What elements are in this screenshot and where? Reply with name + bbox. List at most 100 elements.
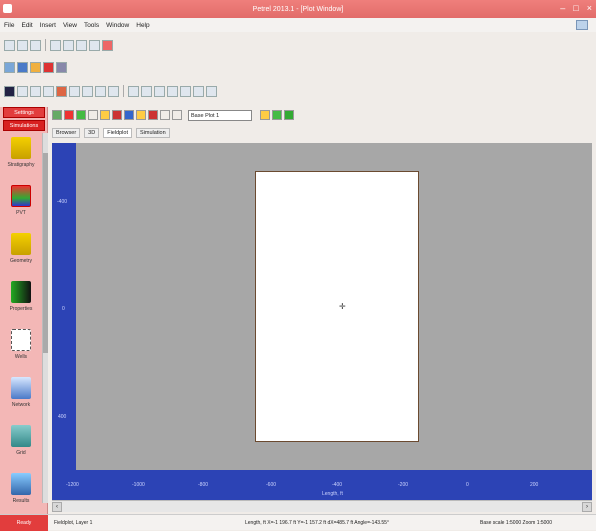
ruler-label: -200 bbox=[398, 482, 409, 488]
ruler-label: 0 bbox=[62, 306, 65, 312]
geometry-icon bbox=[11, 233, 31, 255]
tab-simulation[interactable]: Simulation bbox=[136, 128, 170, 138]
ruler-label: -400 bbox=[332, 482, 343, 488]
print-icon[interactable] bbox=[50, 39, 61, 51]
measure-icon[interactable] bbox=[167, 85, 178, 97]
search-icon[interactable] bbox=[180, 85, 191, 97]
tab-fieldplot[interactable]: Fieldplot bbox=[103, 128, 132, 138]
add-icon[interactable] bbox=[272, 110, 282, 120]
tab-3d[interactable]: 3D bbox=[84, 128, 100, 138]
layer-icon[interactable] bbox=[260, 110, 270, 120]
well-tool-icon[interactable] bbox=[112, 110, 122, 120]
status-scale: Base scale 1:5000 Zoom 1:5000 bbox=[480, 520, 552, 526]
minimize-button[interactable]: – bbox=[560, 3, 565, 13]
ruler-icon[interactable] bbox=[141, 85, 152, 97]
menu-edit[interactable]: Edit bbox=[21, 22, 32, 29]
panel-scrollbar[interactable] bbox=[42, 133, 48, 503]
status-coordinates: Length, ft X=-1 196.7 ft Y=-1 157.2 ft d… bbox=[245, 520, 389, 526]
select-icon[interactable] bbox=[69, 85, 80, 97]
save-icon[interactable] bbox=[30, 39, 41, 51]
maximize-button[interactable]: □ bbox=[573, 3, 578, 13]
panel-item-wells[interactable]: Wells bbox=[4, 329, 38, 360]
panel-item-stratigraphy[interactable]: Stratigraphy bbox=[4, 137, 38, 168]
menu-insert[interactable]: Insert bbox=[40, 22, 56, 29]
status-indicator: Ready bbox=[0, 515, 48, 531]
window-icon[interactable] bbox=[4, 85, 15, 97]
panel-item-grid[interactable]: Grid bbox=[4, 425, 38, 456]
title-bar: Petrel 2013.1 - [Plot Window] – □ × bbox=[0, 0, 596, 18]
run-icon[interactable] bbox=[56, 61, 67, 73]
open-icon[interactable] bbox=[17, 39, 28, 51]
stop-icon[interactable] bbox=[43, 61, 54, 73]
window-title: Petrel 2013.1 - [Plot Window] bbox=[252, 5, 344, 13]
color-tool-icon[interactable] bbox=[148, 110, 158, 120]
ruler-label: 200 bbox=[530, 482, 539, 488]
panel-item-results[interactable]: Results bbox=[4, 473, 38, 504]
line-tool-icon[interactable] bbox=[64, 110, 74, 120]
grid-toggle-icon[interactable] bbox=[128, 85, 139, 97]
zoom-in-icon[interactable] bbox=[82, 85, 93, 97]
tab-browser[interactable]: Browser bbox=[52, 128, 81, 138]
menu-help[interactable]: Help bbox=[136, 22, 149, 29]
panel-item-geometry[interactable]: Geometry bbox=[4, 233, 38, 264]
scroll-right-icon[interactable]: › bbox=[582, 502, 592, 512]
process-panel: Settings Simulations Stratigraphy PVT Ge… bbox=[0, 107, 48, 514]
layer-tool-icon[interactable] bbox=[136, 110, 146, 120]
refresh-icon[interactable] bbox=[206, 85, 217, 97]
view-icon[interactable] bbox=[43, 85, 54, 97]
menu-window[interactable]: Window bbox=[106, 22, 129, 29]
menu-file[interactable]: File bbox=[4, 22, 14, 29]
ruler-label: -600 bbox=[266, 482, 277, 488]
flag-icon[interactable] bbox=[30, 61, 41, 73]
plot-canvas[interactable]: -400 0 400 -1200 -1000 -800 -600 -400 -2… bbox=[52, 143, 592, 500]
status-bar: Ready Fieldplot, Layer 1 Length, ft X=-1… bbox=[0, 514, 596, 531]
mdi-restore-icon[interactable] bbox=[576, 20, 588, 30]
ruler-label: 0 bbox=[466, 482, 469, 488]
layers-icon bbox=[11, 137, 31, 159]
fill-tool-icon[interactable] bbox=[100, 110, 110, 120]
magnify-icon[interactable] bbox=[193, 85, 204, 97]
axis-icon[interactable] bbox=[154, 85, 165, 97]
pan-icon[interactable] bbox=[56, 85, 67, 97]
zoom-fit-icon[interactable] bbox=[108, 85, 119, 97]
wells-icon bbox=[11, 329, 31, 351]
menu-view[interactable]: View bbox=[63, 22, 77, 29]
ruler-label: -400 bbox=[57, 199, 68, 205]
preview-icon[interactable] bbox=[63, 39, 74, 51]
help-icon[interactable] bbox=[89, 39, 100, 51]
tab-settings[interactable]: Settings bbox=[3, 107, 45, 118]
panel-item-network[interactable]: Network bbox=[4, 377, 38, 408]
play-icon[interactable] bbox=[17, 61, 28, 73]
hand-icon[interactable] bbox=[4, 61, 15, 73]
shape-tool-icon[interactable] bbox=[76, 110, 86, 120]
menu-tools[interactable]: Tools bbox=[84, 22, 99, 29]
pointer-icon[interactable] bbox=[52, 110, 62, 120]
panel-scroll-thumb[interactable] bbox=[43, 153, 48, 353]
tab-simulations[interactable]: Simulations bbox=[3, 120, 45, 131]
scroll-left-icon[interactable]: ‹ bbox=[52, 502, 62, 512]
new-icon[interactable] bbox=[4, 39, 15, 51]
panel-item-pvt[interactable]: PVT bbox=[4, 185, 38, 216]
cursor-icon: ✛ bbox=[339, 302, 346, 311]
view-toolbar bbox=[4, 82, 217, 100]
results-icon bbox=[11, 473, 31, 495]
text-tool-icon[interactable] bbox=[88, 110, 98, 120]
erase-tool-icon[interactable] bbox=[160, 110, 170, 120]
confirm-icon[interactable] bbox=[284, 110, 294, 120]
rotate-icon[interactable] bbox=[30, 85, 41, 97]
pointer-help-icon[interactable] bbox=[102, 39, 113, 51]
close-button[interactable]: × bbox=[587, 3, 592, 13]
plot-select[interactable]: Base Plot 1 bbox=[188, 109, 252, 121]
copy-icon[interactable] bbox=[76, 39, 87, 51]
ruler-label: -800 bbox=[198, 482, 209, 488]
measure-tool-icon[interactable] bbox=[172, 110, 182, 120]
horizontal-scrollbar[interactable]: ‹ › bbox=[52, 500, 592, 512]
edit-icon[interactable] bbox=[17, 85, 28, 97]
plot-page[interactable]: ✛ bbox=[255, 171, 419, 442]
symbol-tool-icon[interactable] bbox=[124, 110, 134, 120]
panel-item-properties[interactable]: Properties bbox=[4, 281, 38, 312]
ruler-label: -1000 bbox=[132, 482, 145, 488]
pvt-icon bbox=[11, 185, 31, 207]
zoom-out-icon[interactable] bbox=[95, 85, 106, 97]
ruler-label: 400 bbox=[58, 414, 67, 420]
